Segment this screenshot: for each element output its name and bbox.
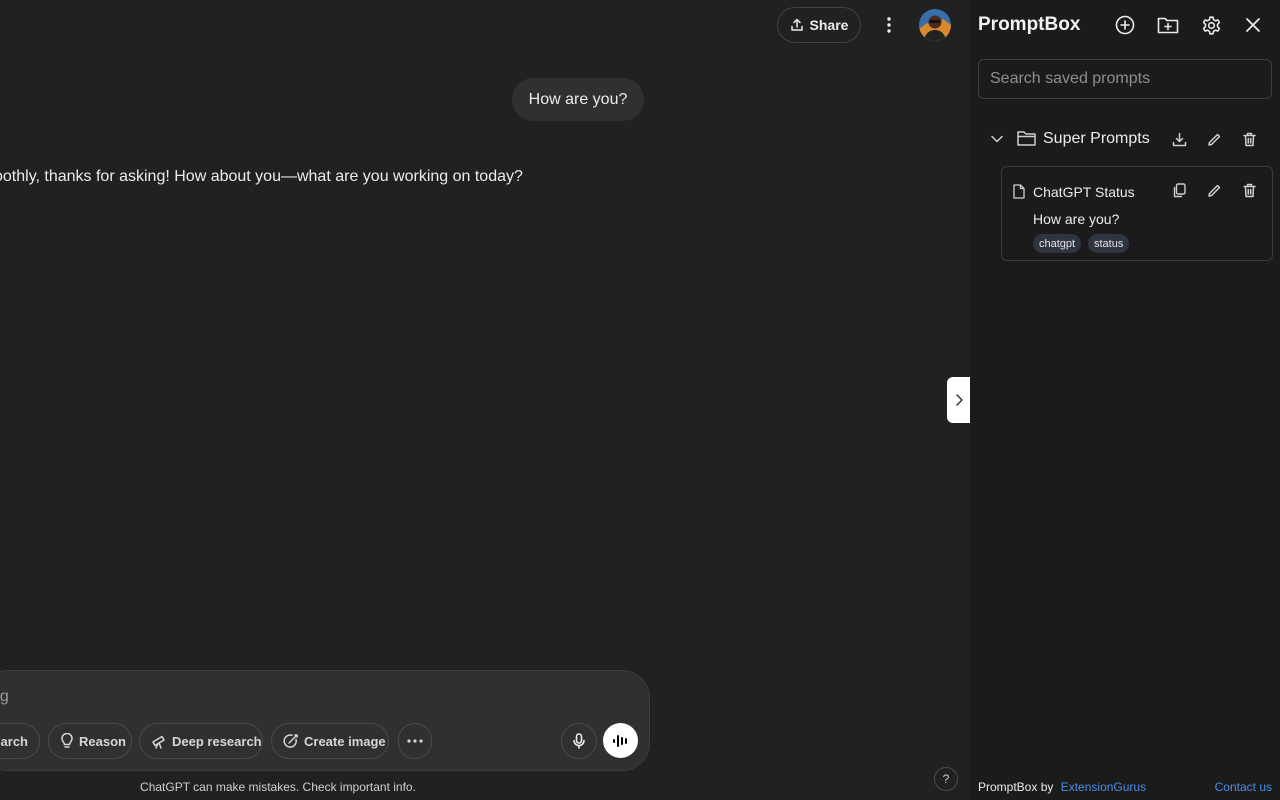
assistant-message-text: oothly, thanks for asking! How about you…	[0, 168, 523, 185]
promptbox-panel: PromptBox Super Prompts	[970, 0, 1280, 800]
download-icon[interactable]	[1170, 130, 1188, 148]
more-options-button[interactable]	[876, 12, 902, 38]
panel-title: PromptBox	[978, 14, 1081, 35]
ellipsis-icon	[407, 739, 423, 743]
chevron-right-icon	[955, 394, 963, 406]
folder-plus-icon	[1157, 15, 1179, 35]
microphone-icon	[572, 733, 586, 749]
close-panel-button[interactable]	[1242, 14, 1264, 36]
trash-icon[interactable]	[1240, 181, 1258, 199]
more-vertical-icon	[887, 17, 891, 33]
share-icon	[790, 18, 804, 32]
image-edit-icon	[283, 733, 299, 749]
telescope-icon	[151, 733, 167, 749]
reason-tool-label: Reason	[79, 733, 126, 749]
close-icon	[1245, 17, 1261, 33]
composer-input[interactable]: ng	[0, 688, 200, 708]
add-folder-button[interactable]	[1157, 14, 1179, 36]
copy-icon[interactable]	[1170, 181, 1188, 199]
prompt-card[interactable]: ChatGPT Status How are you? chatgpt stat…	[1001, 166, 1273, 261]
dictate-button[interactable]	[561, 723, 597, 759]
user-message: How are you?	[512, 78, 644, 121]
user-message-text: How are you?	[528, 90, 628, 108]
reason-tool-button[interactable]: Reason	[48, 723, 132, 759]
pencil-icon[interactable]	[1205, 130, 1223, 148]
chat-area: Share How are you? oothly, thanks for as…	[0, 0, 970, 800]
more-tools-button[interactable]	[398, 723, 432, 759]
voice-waveform-icon	[612, 733, 630, 749]
author-link[interactable]: ExtensionGurus	[1061, 780, 1146, 794]
folder-name: Super Prompts	[1043, 130, 1150, 147]
prompt-text: How are you?	[1033, 211, 1120, 227]
panel-collapse-toggle[interactable]	[947, 377, 970, 423]
pencil-icon[interactable]	[1205, 181, 1223, 199]
search-tool-label: earch	[0, 733, 28, 749]
chevron-down-icon[interactable]	[988, 130, 1006, 148]
tag-chatgpt: chatgpt	[1033, 234, 1082, 253]
folder-icon	[1016, 129, 1036, 147]
user-avatar[interactable]	[919, 9, 951, 41]
deep-research-tool-label: Deep research	[172, 733, 262, 749]
footer-credit: PromptBox by ExtensionGurus	[978, 780, 1146, 794]
tag-status: status	[1088, 234, 1130, 253]
share-label: Share	[809, 17, 849, 33]
folder-super-prompts[interactable]: Super Prompts	[970, 124, 1280, 154]
footer-brand: PromptBox by	[978, 780, 1054, 794]
help-button[interactable]: ?	[934, 767, 958, 791]
deep-research-tool-button[interactable]: Deep research	[139, 723, 263, 759]
lightbulb-icon	[60, 733, 74, 749]
assistant-message: oothly, thanks for asking! How about you…	[0, 166, 640, 188]
help-label: ?	[942, 772, 950, 786]
plus-circle-icon	[1115, 15, 1135, 35]
search-saved-prompts-input[interactable]	[978, 59, 1272, 99]
prompt-title: ChatGPT Status	[1033, 184, 1135, 200]
voice-mode-button[interactable]	[603, 723, 638, 758]
contact-us-link[interactable]: Contact us	[1215, 780, 1272, 794]
search-tool-button[interactable]: earch	[0, 723, 40, 759]
create-image-tool-button[interactable]: Create image	[271, 723, 389, 759]
document-icon	[1010, 182, 1028, 200]
create-image-tool-label: Create image	[304, 733, 386, 749]
share-button[interactable]: Share	[777, 7, 861, 43]
trash-icon[interactable]	[1240, 130, 1258, 148]
disclaimer-text: ChatGPT can make mistakes. Check importa…	[140, 780, 416, 794]
settings-button[interactable]	[1200, 14, 1222, 36]
gear-icon	[1201, 15, 1222, 36]
composer-placeholder: ng	[0, 688, 9, 705]
add-prompt-button[interactable]	[1114, 14, 1136, 36]
